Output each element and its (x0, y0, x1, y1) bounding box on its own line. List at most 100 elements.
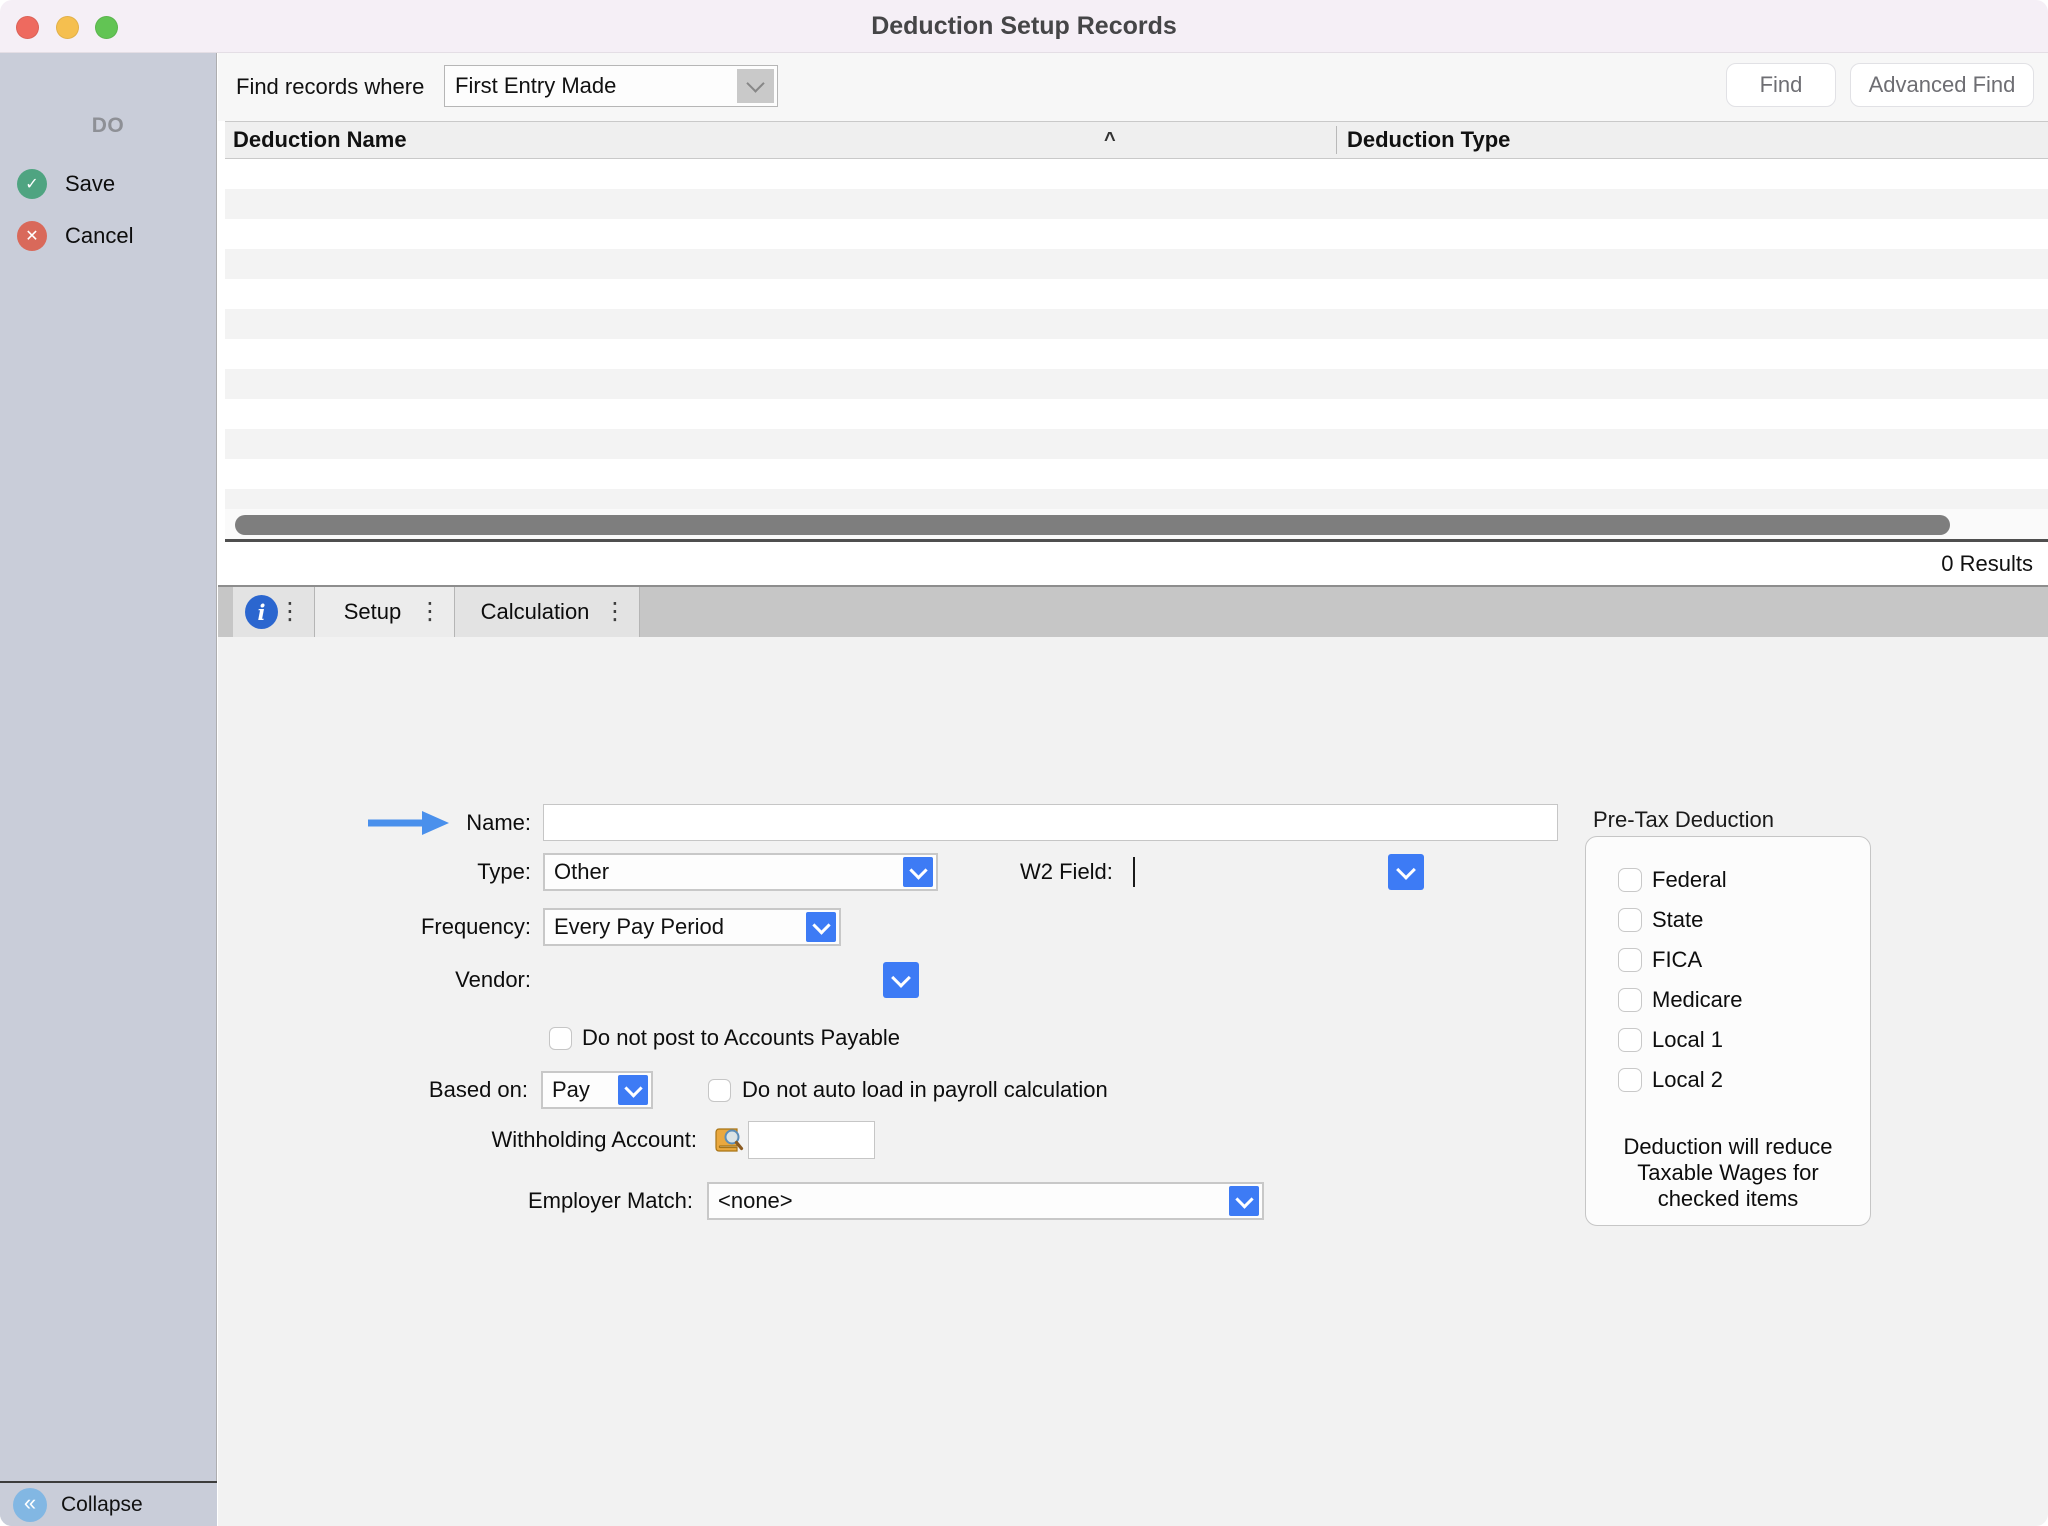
cancel-button[interactable]: ✕ Cancel (0, 216, 216, 256)
column-header-deduction-name[interactable]: Deduction Name (233, 122, 407, 158)
vendor-label: Vendor: (300, 967, 531, 993)
medicare-checkbox[interactable] (1618, 988, 1642, 1012)
type-value: Other (554, 859, 609, 885)
sort-ascending-icon[interactable]: ^ (1104, 122, 1116, 158)
vendor-dropdown-button[interactable] (883, 962, 919, 998)
pretax-item-state: State (1618, 900, 1870, 940)
frequency-label: Frequency: (300, 914, 531, 940)
pretax-item-federal: Federal (1618, 860, 1870, 900)
setup-form: Name: Type: Other W2 Field: Frequency: E… (218, 637, 2048, 1526)
chevron-down-icon (1396, 860, 1416, 880)
withholding-account-row: Withholding Account: (300, 1121, 875, 1159)
frequency-dropdown-button[interactable] (806, 912, 836, 942)
do-not-autoload-label: Do not auto load in payroll calculation (742, 1077, 1108, 1103)
local1-label: Local 1 (1652, 1027, 1723, 1053)
employer-match-value: <none> (718, 1188, 793, 1214)
title-bar: Deduction Setup Records (0, 0, 2048, 53)
name-label: Name: (450, 810, 531, 836)
save-check-icon: ✓ (17, 169, 47, 199)
do-not-post-ap-label: Do not post to Accounts Payable (582, 1025, 900, 1051)
column-divider[interactable] (1336, 126, 1337, 154)
w2-field-dropdown-button[interactable] (1388, 854, 1424, 890)
based-on-value: Pay (552, 1077, 590, 1103)
name-row: Name: (300, 804, 1558, 841)
drag-handle-icon[interactable]: ⋮ (603, 600, 627, 624)
withholding-account-label: Withholding Account: (300, 1127, 697, 1153)
pretax-deduction-title: Pre-Tax Deduction (1593, 807, 1774, 833)
tab-setup-label: Setup (327, 599, 418, 625)
employer-match-label: Employer Match: (300, 1188, 693, 1214)
w2-field-label: W2 Field: (1020, 859, 1119, 885)
do-not-autoload-checkbox[interactable] (708, 1079, 731, 1102)
based-on-dropdown-button[interactable] (618, 1075, 648, 1105)
frequency-dropdown[interactable]: Every Pay Period (543, 908, 841, 946)
chevron-down-icon (746, 74, 764, 92)
chevron-down-icon (812, 916, 830, 934)
frequency-value: Every Pay Period (554, 914, 724, 940)
frequency-row: Frequency: Every Pay Period (300, 908, 841, 946)
info-tab-segment: i ⋮ (233, 587, 315, 637)
main-panel: Find records where First Entry Made Find… (218, 53, 2048, 1526)
pretax-deduction-panel: Federal State FICA Medicare Local 1 (1585, 836, 1871, 1226)
results-table-header: Deduction Name ^ Deduction Type (225, 121, 2048, 159)
horizontal-scrollbar-thumb[interactable] (235, 515, 1950, 535)
save-button[interactable]: ✓ Save (0, 164, 216, 204)
chevron-down-icon (891, 968, 911, 988)
type-label: Type: (300, 859, 531, 885)
medicare-label: Medicare (1652, 987, 1742, 1013)
tab-calculation[interactable]: Calculation ⋮ (455, 587, 640, 637)
do-not-post-ap-checkbox[interactable] (549, 1027, 572, 1050)
state-checkbox[interactable] (1618, 908, 1642, 932)
column-header-deduction-type[interactable]: Deduction Type (1347, 122, 1510, 158)
pretax-note: Deduction will reduce Taxable Wages for … (1602, 1134, 1854, 1212)
pretax-item-medicare: Medicare (1618, 980, 1870, 1020)
state-label: State (1652, 907, 1703, 933)
based-on-row: Based on: Pay Do not auto load in payrol… (300, 1071, 1108, 1109)
account-lookup-book-icon[interactable] (712, 1126, 744, 1154)
vendor-row: Vendor: (300, 962, 919, 998)
fica-checkbox[interactable] (1618, 948, 1642, 972)
employer-match-dropdown[interactable]: <none> (707, 1182, 1264, 1220)
withholding-account-input[interactable] (748, 1121, 875, 1159)
info-icon[interactable]: i (245, 595, 278, 629)
sidebar: DO ✓ Save ✕ Cancel « Collapse (0, 53, 217, 1526)
tab-setup[interactable]: Setup ⋮ (315, 587, 455, 637)
employer-match-dropdown-button[interactable] (1229, 1186, 1259, 1216)
find-bar: Find records where First Entry Made Find… (218, 53, 2048, 121)
type-row: Type: Other W2 Field: (300, 853, 1424, 891)
find-button[interactable]: Find (1726, 63, 1836, 107)
horizontal-scrollbar-track (225, 509, 2048, 542)
tab-calculation-label: Calculation (467, 599, 603, 625)
collapse-sidebar-button[interactable]: « Collapse (0, 1481, 217, 1526)
collapse-chevrons-icon: « (13, 1488, 47, 1522)
accounts-payable-checkbox-row: Do not post to Accounts Payable (549, 1026, 900, 1050)
drag-handle-icon[interactable]: ⋮ (278, 600, 302, 624)
local2-label: Local 2 (1652, 1067, 1723, 1093)
fica-label: FICA (1652, 947, 1702, 973)
advanced-find-button[interactable]: Advanced Find (1850, 63, 2034, 107)
drag-handle-icon[interactable]: ⋮ (418, 600, 442, 624)
window-title: Deduction Setup Records (0, 0, 2048, 53)
type-dropdown[interactable]: Other (543, 853, 938, 891)
type-dropdown-button[interactable] (903, 857, 933, 887)
chevron-down-icon (909, 861, 927, 879)
pretax-item-local1: Local 1 (1618, 1020, 1870, 1060)
collapse-label: Collapse (61, 1493, 143, 1517)
app-window: Deduction Setup Records DO ✓ Save ✕ Canc… (0, 0, 2048, 1526)
name-input[interactable] (543, 804, 1558, 841)
local1-checkbox[interactable] (1618, 1028, 1642, 1052)
cancel-x-icon: ✕ (17, 221, 47, 251)
find-field-dropdown-button[interactable] (737, 69, 774, 103)
based-on-dropdown[interactable]: Pay (541, 1071, 653, 1109)
tab-bar: i ⋮ Setup ⋮ Calculation ⋮ (218, 585, 2048, 637)
federal-checkbox[interactable] (1618, 868, 1642, 892)
results-count: 0 Results (1941, 542, 2033, 585)
save-label: Save (65, 171, 115, 197)
pretax-item-fica: FICA (1618, 940, 1870, 980)
find-field-dropdown[interactable]: First Entry Made (444, 65, 778, 107)
employer-match-row: Employer Match: <none> (300, 1182, 1264, 1220)
chevron-down-icon (624, 1079, 642, 1097)
federal-label: Federal (1652, 867, 1727, 893)
text-caret (1133, 857, 1135, 887)
local2-checkbox[interactable] (1618, 1068, 1642, 1092)
